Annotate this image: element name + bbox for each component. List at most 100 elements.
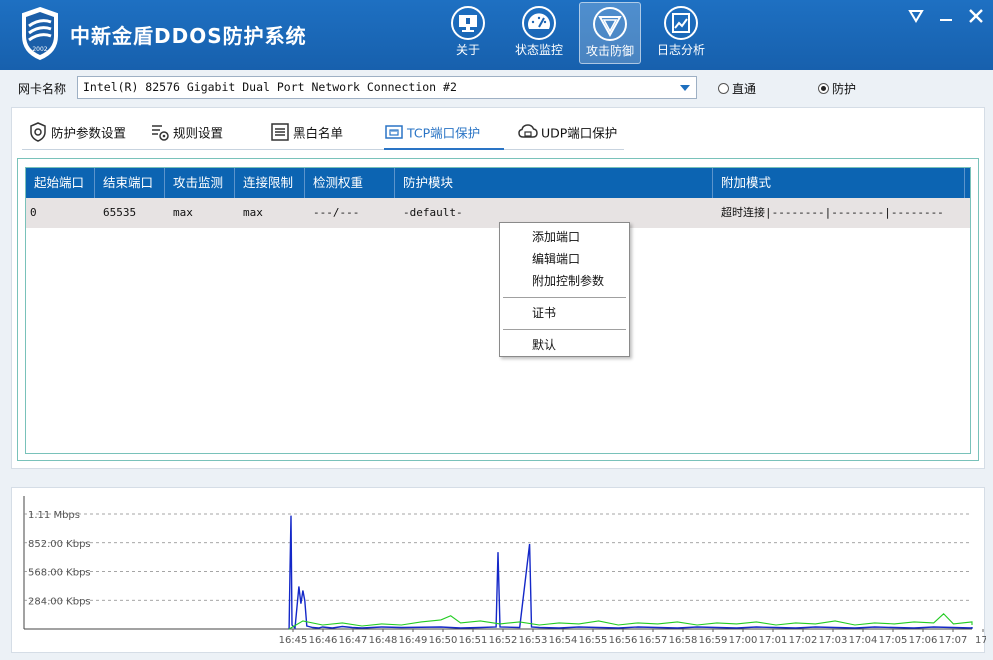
nic-row: 网卡名称 Intel(R) 82576 Gigabit Dual Port Ne… — [0, 70, 993, 106]
close-icon[interactable] — [965, 6, 987, 26]
mode-passthrough-radio[interactable]: 直通 — [718, 80, 756, 97]
mode-passthrough-label: 直通 — [732, 82, 757, 96]
x-tick-label: 17: — [975, 635, 986, 646]
logo-year: 2002 — [32, 46, 47, 53]
tab-rules[interactable]: 规则设置 — [150, 122, 223, 150]
nav-attack-defense[interactable]: 攻击防御 — [579, 2, 641, 64]
column-header-connection-limit[interactable]: 连接限制 — [235, 168, 305, 198]
tab-udp-port-protection-label: UDP端口保护 — [541, 125, 618, 141]
x-tick-label: 16:56 — [609, 635, 638, 646]
column-header-end-port[interactable]: 结束端口 — [95, 168, 165, 198]
column-header-detection-weight[interactable]: 检测权重 — [305, 168, 395, 198]
nav-status-monitor-label: 状态监控 — [514, 43, 563, 57]
x-tick-label: 16:55 — [579, 635, 608, 646]
menu-separator — [503, 329, 626, 330]
minimize-icon[interactable] — [935, 6, 957, 26]
nav-about[interactable]: 关于 — [437, 2, 499, 64]
x-tick-label: 16:58 — [669, 635, 698, 646]
nic-select[interactable]: Intel(R) 82576 Gigabit Dual Port Network… — [77, 76, 697, 99]
gauge-icon — [522, 6, 556, 40]
cell-protection-module: -default- — [403, 206, 463, 219]
tab-rules-label: 规则设置 — [173, 125, 224, 141]
app-title: 中新金盾DDOS防护系统 — [70, 24, 307, 48]
tab-tcp-port-protection[interactable]: TCP端口保护 — [384, 122, 504, 150]
x-tick-label: 16:46 — [309, 635, 338, 646]
port-grid-frame: 起始端口 结束端口 攻击监测 连接限制 检测权重 防护模块 附加模式 0 655… — [17, 158, 979, 461]
column-header-extra-mode[interactable]: 附加模式 — [713, 168, 965, 198]
tab-protection-params-label: 防护参数设置 — [51, 125, 127, 141]
x-tick-label: 17:03 — [819, 635, 848, 646]
cell-start-port: 0 — [30, 206, 37, 219]
x-tick-label: 16:48 — [369, 635, 398, 646]
network-port-icon — [385, 125, 403, 139]
menu-item-default[interactable]: 默认 — [501, 335, 628, 355]
tab-udp-port-protection[interactable]: UDP端口保护 — [518, 122, 617, 150]
cell-end-port: 65535 — [103, 206, 137, 219]
context-menu: 添加端口 编辑端口 附加控制参数 证书 默认 — [499, 222, 630, 357]
tab-protection-params[interactable]: 防护参数设置 — [28, 122, 126, 150]
main-panel: 防护参数设置 规则设置 黑白名单 TCP端口保护 UDP端口保护 起始端口 结束… — [11, 107, 985, 469]
x-tick-label: 17:02 — [789, 635, 818, 646]
cell-detection-weight: ---/--- — [313, 206, 360, 219]
x-tick-label: 16:49 — [399, 635, 428, 646]
nav-attack-defense-label: 攻击防御 — [585, 44, 634, 58]
cell-connection-limit: max — [243, 206, 263, 219]
radio-dot-icon — [718, 83, 729, 94]
nav-status-monitor[interactable]: 状态监控 — [508, 2, 570, 64]
y-tick-label: 852.00 Kbps — [28, 539, 91, 550]
x-tick-label: 16:59 — [699, 635, 728, 646]
cell-extra-mode: 超时连接|--------|--------|-------- — [721, 206, 944, 219]
tab-black-white-list[interactable]: 黑白名单 — [270, 122, 343, 150]
nav-log-analysis[interactable]: 日志分析 — [650, 2, 712, 64]
list-icon — [271, 123, 289, 141]
radio-dot-selected-icon — [818, 83, 829, 94]
tab-black-white-list-label: 黑白名单 — [293, 125, 344, 141]
column-header-attack-monitor[interactable]: 攻击监测 — [165, 168, 235, 198]
x-tick-label: 17:06 — [909, 635, 938, 646]
nic-label: 网卡名称 — [18, 82, 67, 96]
x-tick-label: 16:53 — [519, 635, 548, 646]
menu-item-add-port[interactable]: 添加端口 — [501, 227, 628, 247]
menu-item-edit-port[interactable]: 编辑端口 — [501, 249, 628, 269]
menu-item-extra-control-params[interactable]: 附加控制参数 — [501, 271, 628, 291]
nic-select-value: Intel(R) 82576 Gigabit Dual Port Network… — [83, 80, 457, 94]
rules-gear-icon — [152, 125, 169, 141]
x-tick-label: 17:07 — [939, 635, 968, 646]
traffic-chart-panel: 1.11 Mbps 852.00 Kbps 568.00 Kbps 284.00 Kb… — [11, 487, 986, 653]
column-header-start-port[interactable]: 起始端口 — [26, 168, 95, 198]
chevron-down-icon — [680, 85, 690, 91]
x-tick-label: 16:54 — [549, 635, 578, 646]
x-tick-label: 17:05 — [879, 635, 908, 646]
tab-bar: 防护参数设置 规则设置 黑白名单 TCP端口保护 UDP端口保护 — [22, 118, 624, 150]
dropdown-icon[interactable] — [905, 6, 927, 26]
x-tick-label: 16:45 — [279, 635, 308, 646]
mode-protect-radio[interactable]: 防护 — [818, 80, 856, 97]
x-tick-label: 16:50 — [429, 635, 458, 646]
x-tick-label: 17:04 — [849, 635, 878, 646]
x-tick-label: 16:57 — [639, 635, 668, 646]
series-line — [288, 515, 973, 630]
title-bar: 2002 中新金盾DDOS防护系统 关于 状态监控 攻击防御 日志分析 — [0, 0, 993, 70]
x-tick-label: 17:01 — [759, 635, 788, 646]
chart-icon — [664, 6, 698, 40]
table-header: 起始端口 结束端口 攻击监测 连接限制 检测权重 防护模块 附加模式 — [26, 168, 970, 198]
shield-icon — [593, 7, 627, 41]
port-table: 起始端口 结束端口 攻击监测 连接限制 检测权重 防护模块 附加模式 0 655… — [25, 167, 971, 454]
x-tick-label: 16:51 — [459, 635, 488, 646]
cloud-icon — [518, 124, 538, 138]
mode-protect-label: 防护 — [832, 82, 857, 96]
menu-item-certificate[interactable]: 证书 — [501, 303, 628, 323]
y-tick-label: 284.00 Kbps — [28, 596, 91, 607]
x-tick-label: 17:00 — [729, 635, 758, 646]
x-tick-label: 16:47 — [339, 635, 368, 646]
column-header-protection-module[interactable]: 防护模块 — [395, 168, 713, 198]
nav-log-analysis-label: 日志分析 — [656, 43, 705, 57]
shield-logo-icon: 2002 — [22, 6, 58, 61]
y-tick-label: 568.00 Kbps — [28, 568, 91, 579]
y-tick-label: 1.11 Mbps — [28, 510, 80, 521]
cell-attack-monitor: max — [173, 206, 193, 219]
tab-tcp-port-protection-label: TCP端口保护 — [407, 125, 481, 141]
traffic-chart: 1.11 Mbps 852.00 Kbps 568.00 Kbps 284.00 Kb… — [23, 496, 986, 646]
nav-about-label: 关于 — [455, 43, 480, 57]
menu-separator — [503, 297, 626, 298]
